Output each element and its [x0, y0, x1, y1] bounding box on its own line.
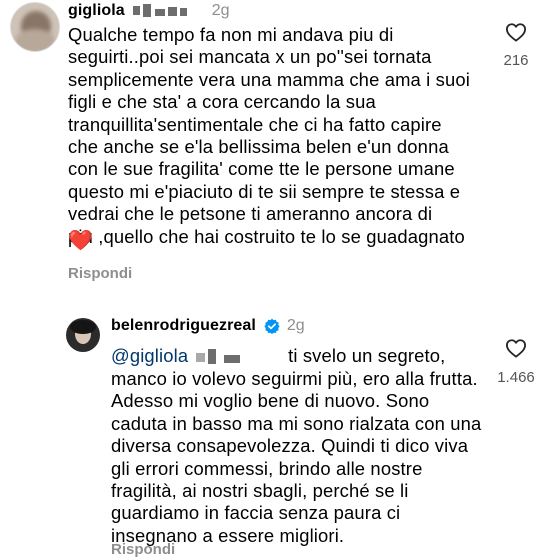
comment-time[interactable]: 2g: [212, 2, 230, 19]
comment-username[interactable]: belenrodriguezreal: [111, 317, 256, 334]
redacted-mention-part: [194, 349, 264, 365]
reply-button[interactable]: Rispondi: [111, 541, 175, 558]
like-button[interactable]: [505, 22, 527, 47]
reply-first-line: @gigliola ti svelo un segreto,: [111, 345, 446, 366]
comment-time[interactable]: 2g: [287, 317, 305, 334]
comment-text: Qualche tempo fa non mi andava piu di se…: [68, 24, 471, 247]
avatar[interactable]: [10, 2, 60, 52]
heart-emoji: ❤️: [68, 230, 93, 252]
like-count: 1.466: [497, 369, 535, 386]
comment-username[interactable]: gigliola: [68, 2, 125, 19]
avatar[interactable]: [66, 318, 100, 352]
comment-text: manco io volevo seguirmi più, ero alla f…: [111, 368, 482, 546]
reply-header: belenrodriguezreal 2g: [111, 317, 305, 339]
verified-badge-icon: [264, 318, 281, 334]
redacted-username-part: [129, 3, 207, 18]
heart-outline-icon: [505, 339, 526, 358]
reply-button[interactable]: Rispondi: [68, 265, 132, 282]
like-count: 216: [503, 52, 529, 69]
mention-link[interactable]: @gigliola: [111, 345, 188, 366]
heart-outline-icon: [505, 23, 526, 42]
like-button[interactable]: [505, 338, 527, 363]
comment-header: gigliola 2g: [68, 2, 230, 22]
